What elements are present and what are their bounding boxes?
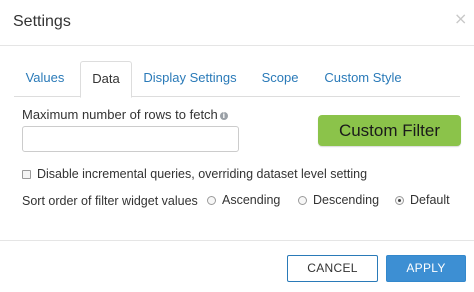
disable-incremental-label: Disable incremental queries, overriding … — [37, 167, 368, 181]
disable-incremental-checkbox[interactable] — [22, 170, 31, 179]
max-rows-label-group: Maximum number of rows to fetch i — [22, 107, 228, 122]
sort-default-label: Default — [410, 193, 450, 207]
tab-bar: Values Data Display Settings Scope Custo… — [14, 61, 460, 98]
tab-values[interactable]: Values — [14, 61, 76, 97]
dialog-header: Settings × — [0, 0, 474, 46]
apply-button[interactable]: APPLY — [386, 255, 466, 282]
dialog-title: Settings — [13, 13, 71, 30]
sort-ascending-radio[interactable] — [207, 196, 216, 205]
max-rows-label: Maximum number of rows to fetch — [22, 107, 218, 122]
sort-default-radio[interactable] — [395, 196, 404, 205]
sort-order-label: Sort order of filter widget values — [22, 194, 198, 208]
sort-order-row: Sort order of filter widget values Ascen… — [22, 193, 462, 208]
sort-descending-option[interactable]: Descending — [298, 193, 379, 208]
sort-default-option[interactable]: Default — [395, 193, 450, 208]
sort-descending-label: Descending — [313, 193, 380, 207]
sort-ascending-label: Ascending — [222, 193, 281, 207]
tab-custom-style[interactable]: Custom Style — [320, 61, 406, 97]
cancel-button[interactable]: CANCEL — [287, 255, 378, 282]
info-icon[interactable]: i — [219, 112, 228, 120]
sort-descending-radio[interactable] — [298, 196, 307, 205]
sort-ascending-option[interactable]: Ascending — [207, 193, 280, 208]
footer-divider — [0, 240, 474, 241]
close-icon[interactable]: × — [454, 11, 467, 27]
disable-incremental-row[interactable]: Disable incremental queries, overriding … — [22, 167, 367, 181]
tab-data[interactable]: Data — [80, 61, 132, 98]
max-rows-input[interactable] — [22, 126, 239, 152]
custom-filter-button[interactable]: Custom Filter — [318, 115, 461, 146]
tab-display-settings[interactable]: Display Settings — [140, 61, 240, 97]
tab-scope[interactable]: Scope — [254, 61, 306, 97]
